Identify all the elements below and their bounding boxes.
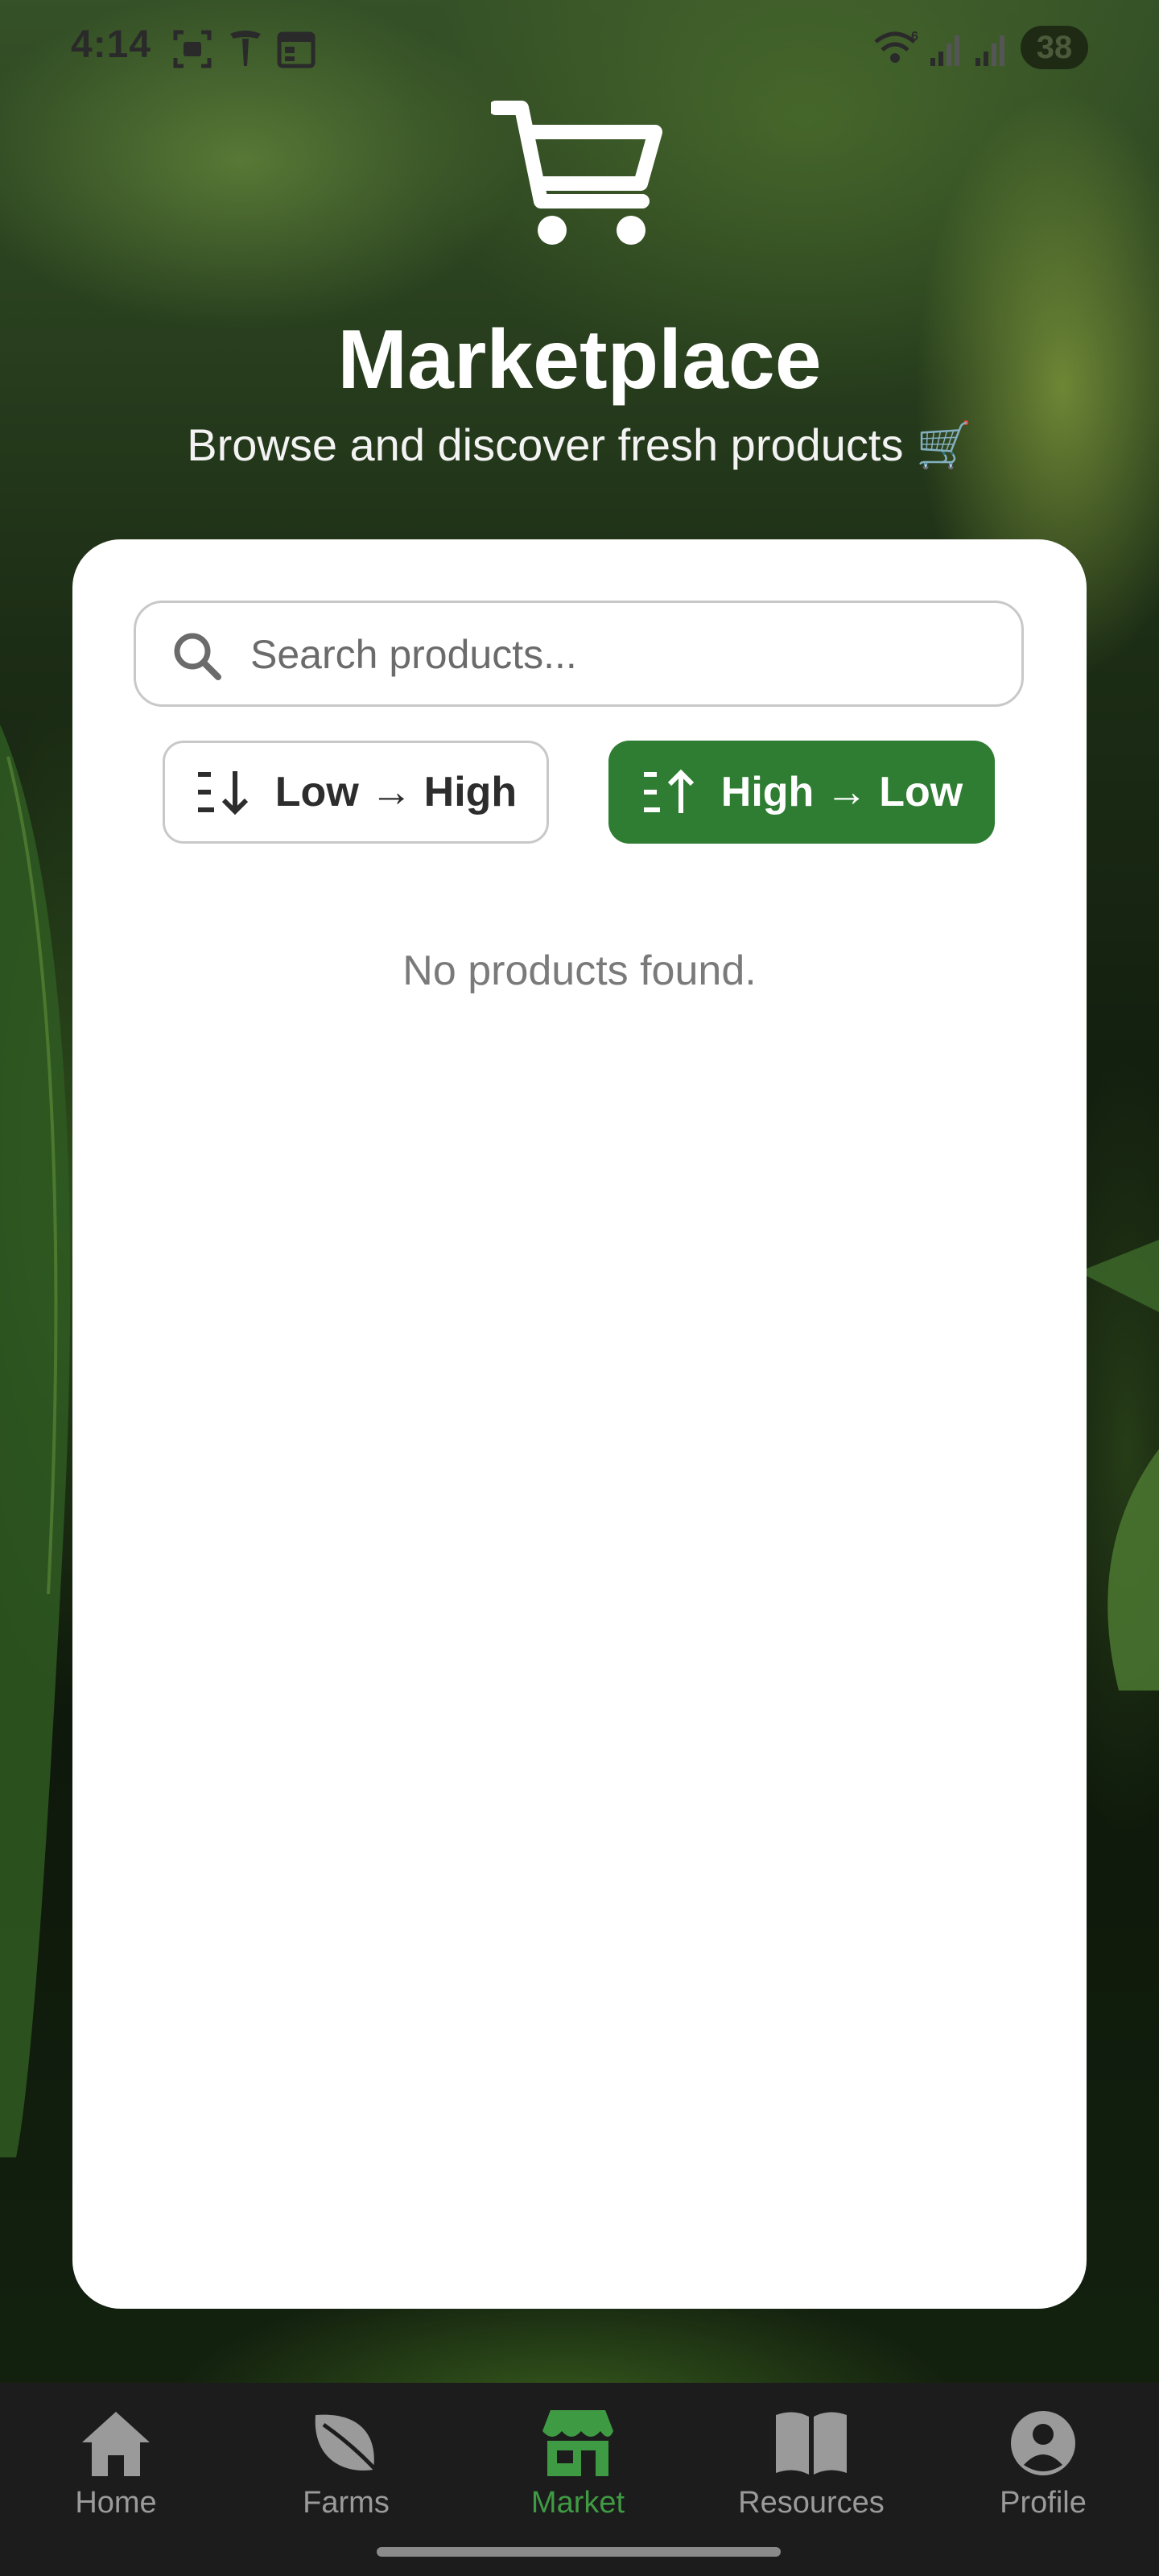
sort-ascending-icon	[197, 771, 248, 815]
search-icon	[174, 633, 221, 680]
sort-descending-icon	[643, 769, 694, 813]
tesla-icon	[230, 31, 261, 66]
home-icon	[82, 2412, 150, 2476]
nav-label-farms: Farms	[303, 2486, 390, 2520]
battery-level: 38	[1021, 26, 1088, 69]
calendar-icon	[277, 31, 316, 68]
nav-item-home[interactable]: Home	[19, 2407, 212, 2536]
nav-label-home: Home	[75, 2486, 157, 2520]
empty-state-message: No products found.	[402, 947, 757, 994]
signal-icon	[975, 35, 1004, 66]
nav-label-resources: Resources	[738, 2486, 885, 2520]
cart-icon	[491, 101, 662, 245]
signal-icon	[930, 35, 959, 66]
nav-item-resources[interactable]: Resources	[715, 2407, 908, 2536]
sort-high-label: High → Low	[720, 769, 963, 815]
search-bar[interactable]	[134, 601, 1024, 707]
nav-label-profile: Profile	[1000, 2486, 1087, 2520]
svg-text:6: 6	[911, 30, 918, 43]
nav-label-market: Market	[530, 2486, 625, 2520]
user-icon	[1011, 2411, 1075, 2475]
sort-low-to-high-button[interactable]: Low → High	[163, 741, 549, 844]
leaf-icon	[315, 2414, 383, 2478]
home-indicator[interactable]	[377, 2547, 781, 2557]
store-icon	[542, 2410, 613, 2476]
products-card: Low → High High → Low No products found.	[72, 539, 1087, 2309]
sort-low-label: Low → High	[274, 769, 518, 815]
page-subtitle: Browse and discover fresh products 🛒	[187, 419, 972, 470]
nav-item-profile[interactable]: Profile	[947, 2407, 1140, 2536]
page-title: Marketplace	[337, 313, 822, 407]
nav-item-farms[interactable]: Farms	[250, 2407, 443, 2536]
sort-high-to-low-button[interactable]: High → Low	[608, 741, 995, 844]
book-icon	[776, 2412, 847, 2475]
nav-item-market[interactable]: Market	[481, 2407, 674, 2536]
wifi-icon: 6	[874, 30, 918, 63]
screenshot-icon	[173, 30, 212, 68]
search-input[interactable]	[249, 603, 1000, 706]
status-time: 4:14	[71, 23, 152, 66]
status-bar: 4:14 6 38	[0, 0, 1159, 97]
